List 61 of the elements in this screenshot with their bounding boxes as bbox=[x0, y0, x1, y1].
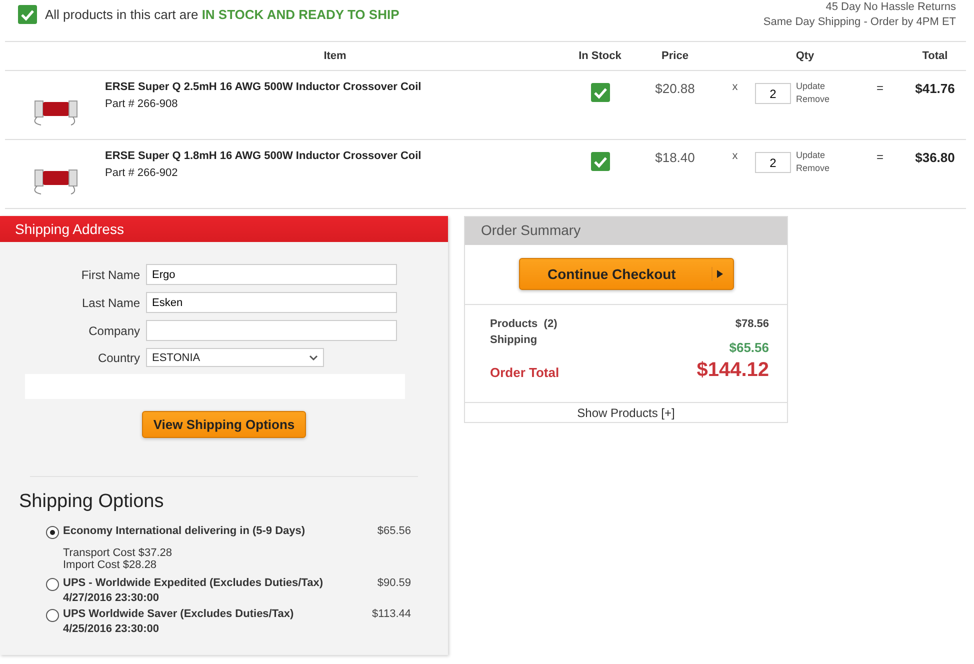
radio-button[interactable] bbox=[46, 609, 59, 622]
field-label: Last Name bbox=[80, 296, 140, 310]
field-label: Country bbox=[96, 350, 140, 364]
cost-detail: Import Cost $28.28 bbox=[63, 559, 158, 571]
multiply-sign: x bbox=[731, 81, 739, 93]
shipping-note: 45 Day No Hassle Returns bbox=[826, 1, 956, 13]
text-field[interactable]: Esken bbox=[146, 292, 397, 313]
cost-detail: Transport Cost $37.28 bbox=[63, 547, 174, 559]
shipping-option-price: $90.59 bbox=[377, 577, 411, 591]
radio-button[interactable] bbox=[46, 526, 59, 539]
view-shipping-options-button[interactable]: View Shipping Options bbox=[142, 411, 306, 438]
column-header: Item bbox=[322, 50, 348, 62]
shipping-option-price: $65.56 bbox=[377, 525, 411, 539]
shipping-option-label: UPS - Worldwide Expedited (Excludes Duties/Tax) bbox=[63, 577, 324, 591]
chevron-icon bbox=[309, 354, 318, 360]
summary-label: Shipping bbox=[490, 334, 538, 346]
country-select[interactable]: ESTONIA bbox=[146, 348, 324, 367]
cart-action-link[interactable]: Remove bbox=[796, 94, 830, 104]
column-header: In Stock bbox=[578, 50, 622, 62]
summary-label: Products (2) bbox=[490, 318, 558, 330]
cart-action-link[interactable]: Update bbox=[796, 81, 830, 91]
cart-action-link[interactable]: Remove bbox=[796, 163, 830, 173]
column-header: Price bbox=[660, 50, 690, 62]
summary-label: Order Total bbox=[490, 365, 560, 380]
show-products-link[interactable]: Show Products [+] bbox=[465, 403, 787, 422]
price: $20.88 bbox=[654, 81, 696, 96]
equals-sign: = bbox=[875, 150, 884, 164]
part-number: Part # 266-908 bbox=[105, 98, 179, 110]
order-summary-header: Order Summary bbox=[465, 217, 787, 245]
summary-value: $144.12 bbox=[696, 359, 769, 382]
section-title: Shipping Options bbox=[19, 491, 165, 513]
column-header: Total bbox=[921, 50, 949, 62]
delivery-date: 4/27/2016 23:30:00 bbox=[63, 592, 160, 604]
radio-button[interactable] bbox=[46, 578, 59, 591]
field-label: First Name bbox=[80, 268, 140, 282]
summary-value: $65.56 bbox=[729, 340, 769, 355]
shipping-option-price: $113.44 bbox=[372, 608, 411, 622]
continue-checkout-button[interactable]: Continue Checkout bbox=[518, 258, 734, 290]
delivery-date: 4/25/2016 23:30:00 bbox=[63, 623, 160, 635]
equals-sign: = bbox=[875, 81, 884, 95]
shipping-option-label: UPS Worldwide Saver (Excludes Duties/Tax) bbox=[63, 608, 295, 622]
multiply-sign: x bbox=[731, 150, 739, 162]
price: $18.40 bbox=[654, 150, 696, 165]
line-total: $41.76 bbox=[914, 81, 956, 96]
cart-action-link[interactable]: Update bbox=[796, 150, 830, 160]
shipping-address-header: Shipping Address bbox=[0, 216, 448, 242]
stock-message: All products in this cart are IN STOCK AND READY TO SHIP bbox=[45, 7, 400, 22]
text-field[interactable] bbox=[146, 320, 397, 341]
field-label: Company bbox=[88, 324, 140, 338]
quantity-field[interactable]: 2 bbox=[755, 83, 791, 104]
text-field[interactable]: Ergo bbox=[146, 264, 397, 285]
part-number: Part # 266-902 bbox=[105, 167, 179, 179]
shipping-option-label: Economy International delivering in (5-9 Days) bbox=[63, 525, 306, 539]
product-name[interactable]: ERSE Super Q 1.8mH 16 AWG 500W Inductor Crossover Coil bbox=[105, 150, 565, 162]
summary-value: $78.56 bbox=[735, 318, 769, 330]
shipping-note: Same Day Shipping - Order by 4PM ET bbox=[763, 16, 956, 28]
product-name[interactable]: ERSE Super Q 2.5mH 16 AWG 500W Inductor Crossover Coil bbox=[105, 81, 565, 93]
column-header: Qty bbox=[794, 50, 816, 62]
play-icon bbox=[710, 267, 724, 281]
quantity-field[interactable]: 2 bbox=[755, 152, 791, 173]
line-total: $36.80 bbox=[914, 150, 956, 165]
